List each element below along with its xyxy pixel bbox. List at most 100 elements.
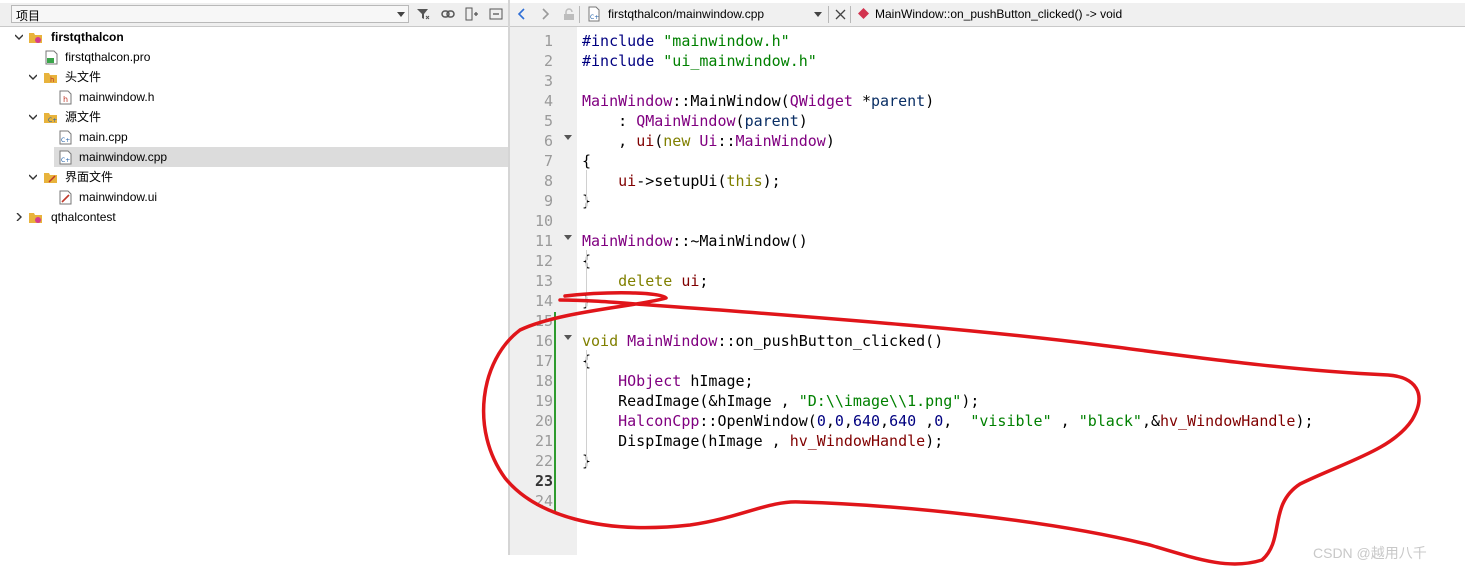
project-view-selector[interactable]: 项目: [11, 5, 409, 23]
fold-arrow-icon[interactable]: [564, 135, 572, 140]
code-line[interactable]: , ui(new Ui::MainWindow): [582, 131, 835, 151]
code-line[interactable]: ui->setupUi(this);: [582, 171, 781, 191]
code-token: ::: [717, 132, 736, 150]
close-document-icon[interactable]: [832, 6, 848, 22]
code-line[interactable]: DispImage(hImage , hv_WindowHandle);: [582, 431, 943, 451]
code-token: ;: [699, 272, 709, 290]
code-token: );: [1295, 412, 1314, 430]
code-token: ,: [582, 132, 637, 150]
symbol-selector[interactable]: MainWindow::on_pushButton_clicked() -> v…: [856, 5, 1256, 23]
code-line[interactable]: HObject hImage;: [582, 371, 754, 391]
svg-text:C+: C+: [61, 137, 70, 144]
code-line[interactable]: delete ui;: [582, 271, 708, 291]
code-line[interactable]: HalconCpp::OpenWindow(0,0,640,640 ,0, "v…: [582, 411, 1314, 431]
lock-icon[interactable]: [561, 6, 577, 22]
tree-item-forms[interactable]: 界面文件: [0, 167, 508, 187]
code-token: ::~MainWindow(): [672, 232, 808, 250]
code-token: ui: [636, 132, 655, 150]
chevron-down-icon[interactable]: [29, 173, 37, 181]
watermark: CSDN @越用八千: [1313, 545, 1427, 561]
code-token: MainWindow: [582, 92, 673, 110]
code-line[interactable]: ReadImage(&hImage , "D:\\image\\1.png");: [582, 391, 979, 411]
split-icon[interactable]: [464, 6, 480, 22]
code-line[interactable]: #include "mainwindow.h": [582, 31, 790, 51]
code-line[interactable]: MainWindow::MainWindow(QWidget *parent): [582, 91, 934, 111]
svg-text:C+: C+: [590, 14, 599, 21]
link-icon[interactable]: [440, 6, 456, 22]
code-token: ): [825, 132, 835, 150]
code-token: hImage;: [681, 372, 754, 390]
fold-arrow-icon[interactable]: [564, 235, 572, 240]
tree-item-mainwindow-cpp[interactable]: C+ mainwindow.cpp: [54, 147, 508, 167]
line-number: 4: [543, 92, 553, 110]
code-line[interactable]: {: [582, 151, 591, 171]
chevron-down-icon[interactable]: [15, 33, 23, 41]
line-number: 16: [534, 332, 553, 350]
project-toolbar: 项目: [0, 3, 508, 27]
tree-item-mainwindow-h[interactable]: h mainwindow.h: [0, 87, 508, 107]
code-token: "visible": [970, 412, 1052, 430]
code-token: HalconCpp: [618, 412, 700, 430]
forward-icon[interactable]: [537, 6, 553, 22]
code-token: ,: [880, 412, 890, 430]
filter-icon[interactable]: [415, 6, 431, 22]
open-file-selector[interactable]: C+ firstqthalcon/mainwindow.cpp: [582, 5, 832, 23]
code-line[interactable]: #include "ui_mainwindow.h": [582, 51, 817, 71]
svg-text:h: h: [50, 76, 54, 84]
line-number: 21: [534, 432, 553, 450]
code-token: #include: [582, 52, 664, 70]
code-token: {: [582, 152, 592, 170]
code-token: );: [961, 392, 980, 410]
svg-text:C+: C+: [48, 117, 57, 124]
tree-item-pro-file[interactable]: firstqthalcon.pro: [0, 47, 508, 67]
code-token: :: [582, 112, 637, 130]
code-token: Ui: [699, 132, 718, 150]
tree-item-mainwindow-ui[interactable]: mainwindow.ui: [0, 187, 508, 207]
chevron-right-icon[interactable]: [15, 213, 23, 221]
code-token: );: [925, 432, 944, 450]
code-line[interactable]: : QMainWindow(parent): [582, 111, 808, 131]
code-token: this: [726, 172, 763, 190]
line-number: 14: [534, 292, 553, 310]
chevron-down-icon[interactable]: [29, 73, 37, 81]
code-token: (: [735, 112, 745, 130]
tree-item-headers[interactable]: h 头文件: [0, 67, 508, 87]
tree-item-label: qthalcontest: [51, 210, 116, 224]
code-token: "black": [1078, 412, 1142, 430]
fold-arrow-icon[interactable]: [564, 335, 572, 340]
code-token: QWidget: [789, 92, 853, 110]
tree-item-sources[interactable]: C+ 源文件: [0, 107, 508, 127]
code-token: ): [925, 92, 935, 110]
chevron-down-icon[interactable]: [29, 113, 37, 121]
code-token: "D:\\image\\1.png": [798, 392, 962, 410]
line-number: 19: [534, 392, 553, 410]
code-token: 0: [816, 412, 826, 430]
code-line[interactable]: MainWindow::~MainWindow(): [582, 231, 808, 251]
line-number: 9: [543, 192, 553, 210]
tree-item-label: 源文件: [65, 110, 102, 124]
code-token: hv_WindowHandle: [789, 432, 926, 450]
tree-item-label: 头文件: [65, 70, 102, 84]
code-token: parent: [871, 92, 926, 110]
back-icon[interactable]: [514, 6, 530, 22]
code-token: ::MainWindow(: [672, 92, 790, 110]
code-token: ->setupUi(: [636, 172, 727, 190]
code-line[interactable]: void MainWindow::on_pushButton_clicked(): [582, 331, 943, 351]
pro-file-icon: [45, 50, 58, 65]
code-token: ,: [1051, 412, 1079, 430]
close-pane-icon[interactable]: [488, 6, 504, 22]
tree-item-firstqthalcon[interactable]: firstqthalcon: [0, 27, 508, 47]
scope-guide: [586, 170, 587, 208]
tree-item-qthalcontest[interactable]: qthalcontest: [0, 207, 508, 227]
cpp-file-icon: C+: [588, 6, 600, 22]
code-token: 640: [889, 412, 917, 430]
line-number: 20: [534, 412, 553, 430]
line-number: 23: [534, 472, 553, 490]
tree-item-label: mainwindow.cpp: [79, 150, 168, 164]
line-number: 5: [543, 112, 553, 130]
tree-item-main-cpp[interactable]: C+ main.cpp: [0, 127, 508, 147]
